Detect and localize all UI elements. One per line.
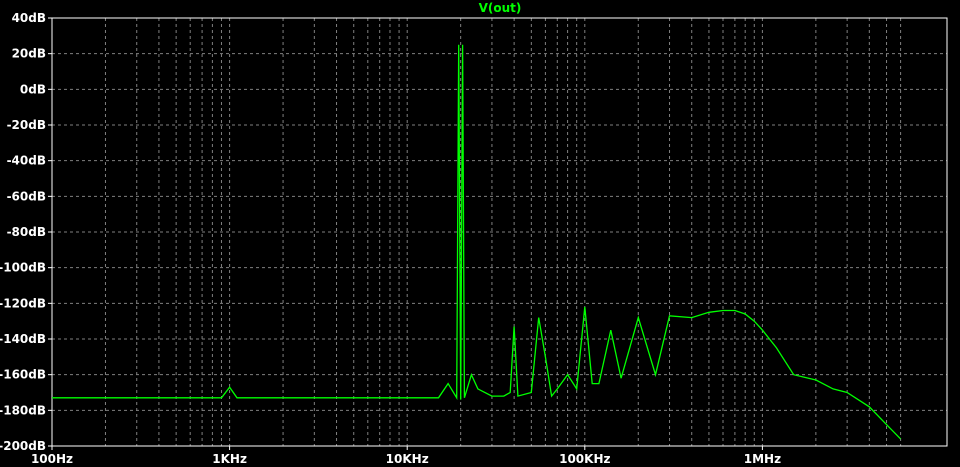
y-tick-label: -200dB xyxy=(0,439,46,453)
y-tick-label: -60dB xyxy=(7,189,46,203)
y-tick-label: 0dB xyxy=(20,82,46,96)
y-tick-label: -140dB xyxy=(0,332,46,346)
y-tick-label: -100dB xyxy=(0,261,46,275)
y-tick-label: -80dB xyxy=(7,225,46,239)
x-tick-label: 10KHz xyxy=(386,452,429,466)
x-tick-label: 1KHz xyxy=(212,452,247,466)
x-tick-label: 100Hz xyxy=(31,452,73,466)
y-tick-label: -120dB xyxy=(0,296,46,310)
y-tick-label: -160dB xyxy=(0,368,46,382)
x-tick-label: 100KHz xyxy=(559,452,610,466)
y-tick-label: -20dB xyxy=(7,118,46,132)
spectrum-chart: V(out) 40dB 20dB 0dB -20dB -40dB -60dB -80dB -1… xyxy=(0,0,960,467)
x-tick-label: 1MHz xyxy=(744,452,781,466)
y-tick-label: 40dB xyxy=(12,11,46,25)
y-tick-label: -180dB xyxy=(0,403,46,417)
y-tick-label: -40dB xyxy=(7,154,46,168)
y-tick-label: 20dB xyxy=(12,47,46,61)
chart-title: V(out) xyxy=(479,1,522,15)
